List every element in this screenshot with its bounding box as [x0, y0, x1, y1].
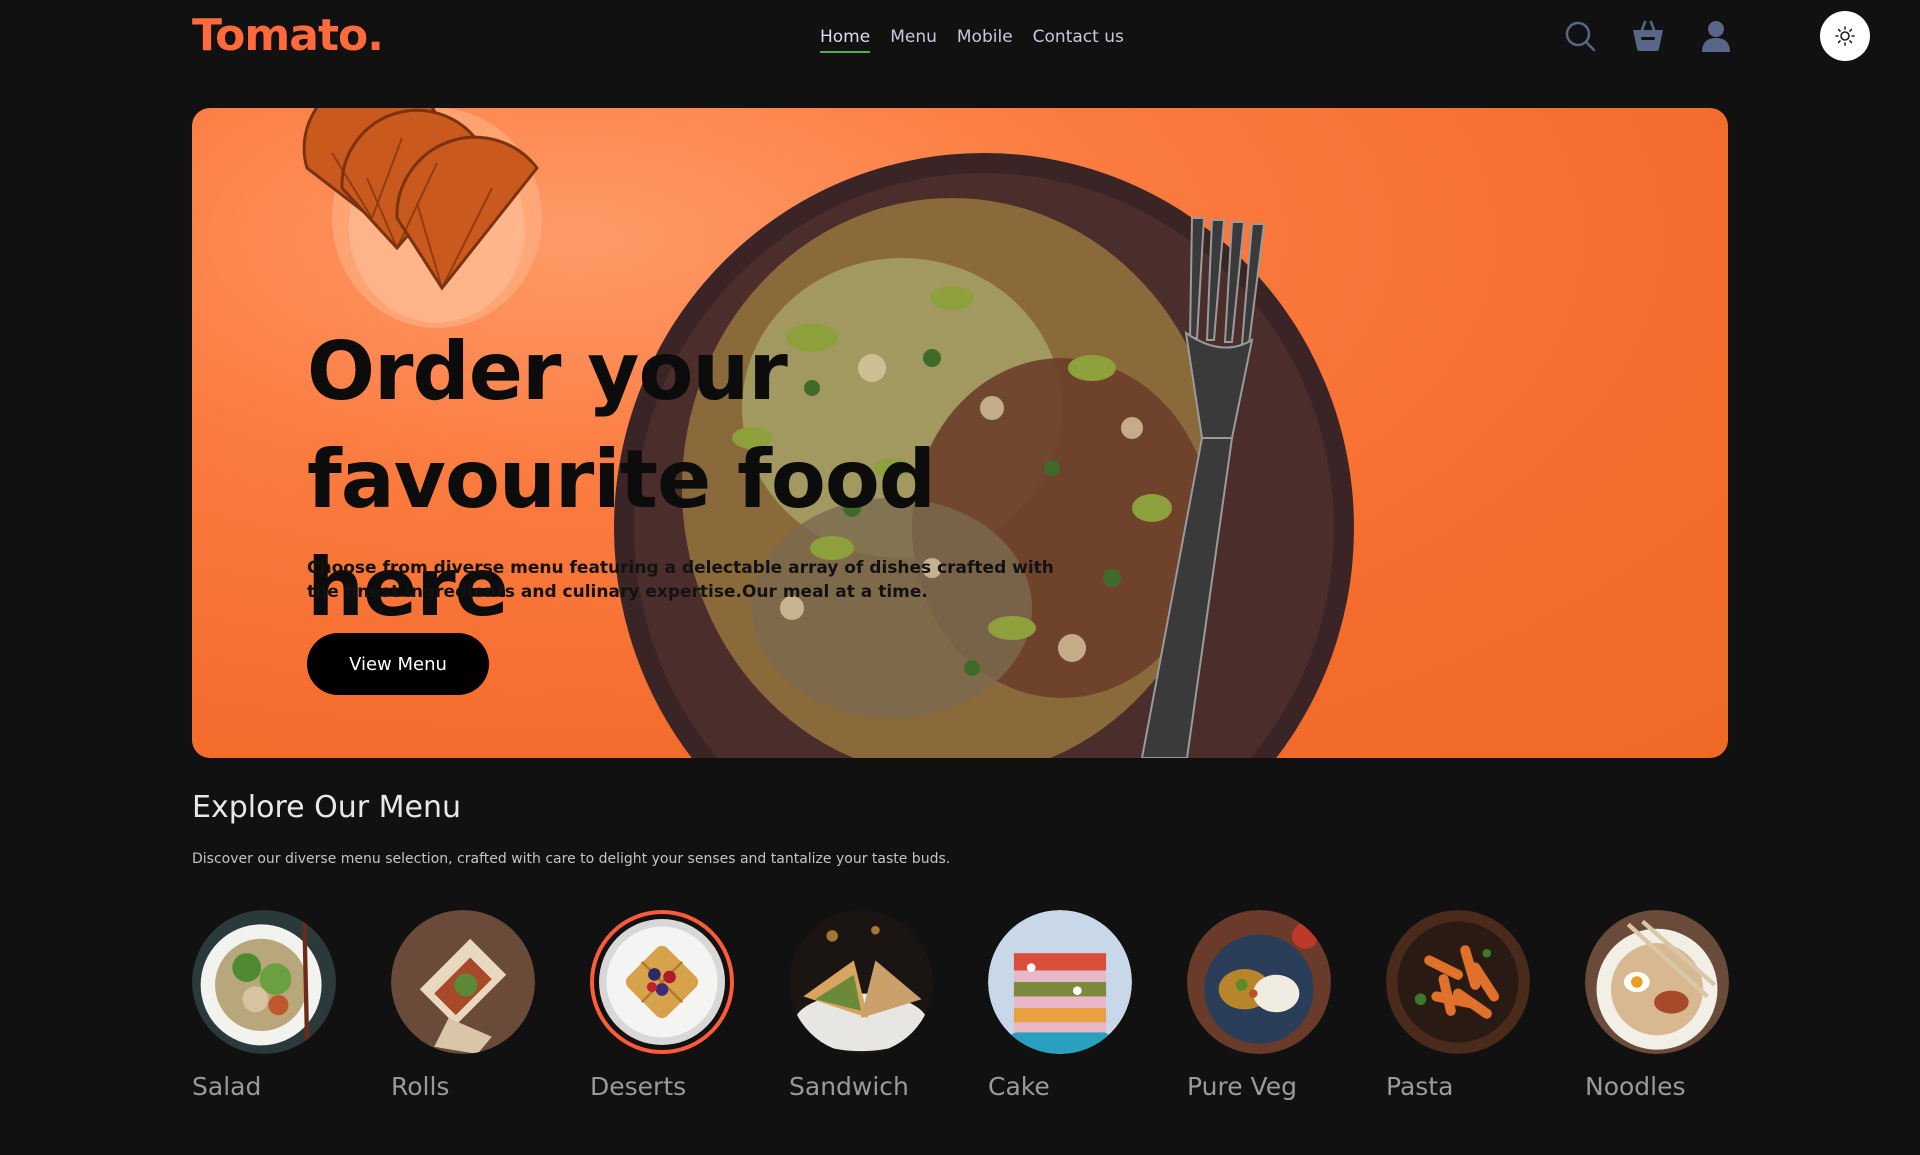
- nav-contact-us[interactable]: Contact us: [1033, 27, 1124, 53]
- theme-toggle-button[interactable]: [1820, 11, 1870, 61]
- menu-item-sandwich[interactable]: Sandwich: [789, 910, 939, 1101]
- salad-image[interactable]: [192, 910, 336, 1054]
- logo[interactable]: Tomato.: [192, 10, 384, 61]
- menu-item-noodles[interactable]: Noodles: [1585, 910, 1735, 1101]
- main-nav: Home Menu Mobile Contact us: [820, 27, 1124, 53]
- sandwich-image[interactable]: [789, 910, 933, 1054]
- explore-menu-title: Explore Our Menu: [192, 790, 461, 825]
- pure-veg-image[interactable]: [1187, 910, 1331, 1054]
- basket-icon[interactable]: [1630, 18, 1666, 54]
- menu-item-label: Noodles: [1585, 1072, 1686, 1101]
- menu-item-deserts[interactable]: Deserts: [590, 910, 740, 1101]
- profile-icon[interactable]: [1698, 18, 1734, 54]
- explore-menu-description: Discover our diverse menu selection, cra…: [192, 851, 951, 867]
- menu-item-cake[interactable]: Cake: [988, 910, 1138, 1101]
- page: Tomato. Home Menu Mobile Contact us Orde…: [0, 0, 1920, 1155]
- nav-home[interactable]: Home: [820, 27, 871, 53]
- view-menu-button[interactable]: View Menu: [307, 633, 489, 695]
- menu-item-label: Pure Veg: [1187, 1072, 1297, 1101]
- sun-icon: [1835, 26, 1855, 46]
- menu-item-label: Sandwich: [789, 1072, 909, 1101]
- deserts-image[interactable]: [590, 910, 734, 1054]
- cake-image[interactable]: [988, 910, 1132, 1054]
- menu-item-label: Pasta: [1386, 1072, 1454, 1101]
- hero-banner: Order your favourite food here Choose fr…: [192, 108, 1728, 758]
- menu-item-pasta[interactable]: Pasta: [1386, 910, 1536, 1101]
- pasta-image[interactable]: [1386, 910, 1530, 1054]
- noodles-image[interactable]: [1585, 910, 1729, 1054]
- hero-description: Choose from diverse menu featuring a del…: [307, 558, 1054, 602]
- menu-item-label: Salad: [192, 1072, 262, 1101]
- menu-item-rolls[interactable]: Rolls: [391, 910, 541, 1101]
- rolls-image[interactable]: [391, 910, 535, 1054]
- menu-item-label: Cake: [988, 1072, 1050, 1101]
- menu-category-list: Salad Rolls Deserts Sandwich Cake Pure V…: [192, 910, 1729, 1110]
- menu-item-salad[interactable]: Salad: [192, 910, 342, 1101]
- search-icon[interactable]: [1562, 18, 1598, 54]
- nav-mobile[interactable]: Mobile: [957, 27, 1013, 53]
- nav-menu[interactable]: Menu: [890, 27, 937, 53]
- menu-item-pure-veg[interactable]: Pure Veg: [1187, 910, 1337, 1101]
- menu-item-label: Rolls: [391, 1072, 450, 1101]
- menu-item-label: Deserts: [590, 1072, 687, 1101]
